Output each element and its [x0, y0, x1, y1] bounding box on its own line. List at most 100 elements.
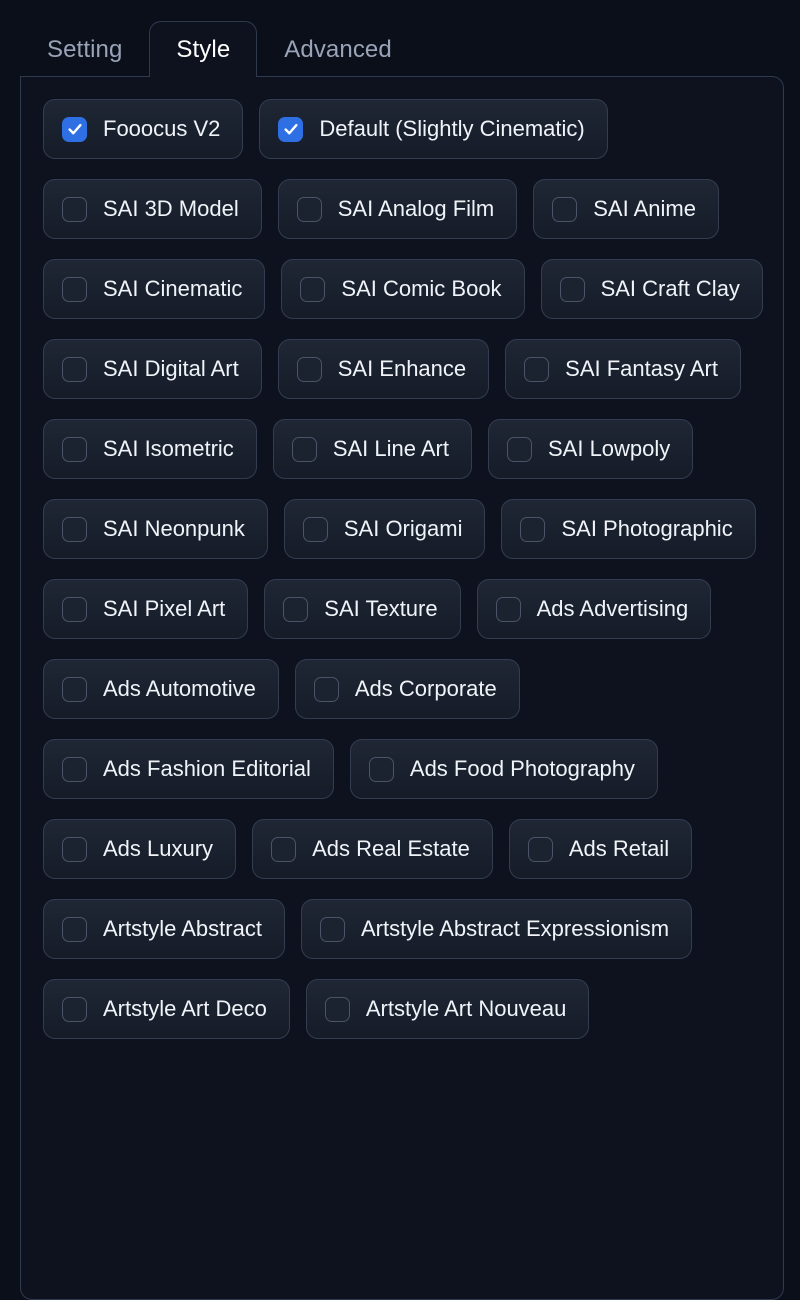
style-chip[interactable]: SAI Origami [283, 499, 486, 559]
style-chip-label: Ads Fashion Editorial [103, 756, 311, 781]
style-chip-label: Ads Automotive [103, 676, 256, 701]
style-chip[interactable]: SAI Line Art [272, 419, 472, 479]
style-chip[interactable]: SAI Analog Film [277, 179, 518, 239]
checkbox-unchecked-icon[interactable] [62, 196, 87, 222]
style-chip[interactable]: SAI Isometric [43, 419, 257, 479]
tab-label: Advanced [284, 35, 392, 63]
checkbox-unchecked-icon[interactable] [62, 916, 87, 942]
checkbox-unchecked-icon[interactable] [62, 596, 87, 622]
style-chip[interactable]: SAI Neonpunk [43, 499, 268, 559]
style-chip-label: SAI Analog Film [337, 196, 495, 221]
style-chip[interactable]: SAI Comic Book [281, 259, 525, 319]
tab-setting[interactable]: Setting [20, 21, 149, 77]
style-chip-label: SAI Fantasy Art [565, 356, 718, 381]
checkbox-unchecked-icon[interactable] [271, 836, 297, 862]
checkbox-unchecked-icon[interactable] [62, 436, 87, 462]
style-chip[interactable]: Artstyle Abstract [43, 899, 285, 959]
checkbox-unchecked-icon[interactable] [302, 516, 328, 542]
checkbox-unchecked-icon[interactable] [495, 596, 521, 622]
style-chip[interactable]: SAI Anime [533, 179, 719, 239]
style-chip-label: SAI Pixel Art [103, 596, 226, 621]
style-chip[interactable]: SAI Enhance [277, 339, 490, 399]
style-chip-label: SAI Anime [593, 196, 696, 221]
style-chip-label: SAI Enhance [337, 356, 467, 381]
checkbox-unchecked-icon[interactable] [62, 996, 87, 1022]
style-chip-label: SAI Cinematic [103, 276, 243, 301]
tab-label: Style [176, 35, 231, 63]
checkbox-unchecked-icon[interactable] [507, 436, 532, 462]
style-chip[interactable]: Ads Corporate [294, 659, 520, 719]
tab-bar: Setting Style Advanced [20, 21, 784, 79]
style-chip-label: SAI Isometric [103, 436, 234, 461]
style-chip-label: Fooocus V2 [103, 116, 221, 141]
style-chip[interactable]: Ads Real Estate [252, 819, 493, 879]
style-chip-label: Artstyle Abstract Expressionism [360, 916, 670, 941]
style-chip[interactable]: SAI Cinematic [43, 259, 266, 319]
style-chip-label: SAI Texture [324, 596, 438, 621]
checkbox-unchecked-icon[interactable] [313, 676, 339, 702]
style-chip[interactable]: Ads Advertising [476, 579, 712, 639]
style-chip[interactable]: Fooocus V2 [43, 99, 244, 159]
style-chip-label: Ads Food Photography [409, 756, 635, 781]
style-chip[interactable]: Ads Luxury [43, 819, 237, 879]
style-chip[interactable]: SAI Pixel Art [43, 579, 249, 639]
style-chip[interactable]: SAI Texture [264, 579, 461, 639]
style-chip-label: SAI Lowpoly [548, 436, 671, 461]
style-chip-label: SAI Craft Clay [600, 276, 740, 301]
style-chip[interactable]: SAI Photographic [501, 499, 756, 559]
checkbox-unchecked-icon[interactable] [527, 836, 553, 862]
style-chip-label: Artstyle Abstract [103, 916, 262, 941]
checkbox-unchecked-icon[interactable] [319, 916, 345, 942]
checkbox-unchecked-icon[interactable] [62, 516, 87, 542]
style-chip[interactable]: Ads Retail [508, 819, 693, 879]
tab-advanced[interactable]: Advanced [257, 21, 419, 77]
style-chip[interactable]: Artstyle Abstract Expressionism [300, 899, 693, 959]
checkbox-checked-icon[interactable] [62, 116, 87, 142]
checkbox-unchecked-icon[interactable] [559, 276, 585, 302]
checkbox-unchecked-icon[interactable] [62, 756, 87, 782]
checkbox-unchecked-icon[interactable] [296, 196, 322, 222]
checkbox-unchecked-icon[interactable] [62, 836, 87, 862]
style-chip[interactable]: Artstyle Art Nouveau [305, 979, 590, 1039]
checkbox-unchecked-icon[interactable] [324, 996, 350, 1022]
style-chip[interactable]: Default (Slightly Cinematic) [259, 99, 608, 159]
style-chip-label: Ads Luxury [103, 836, 214, 861]
style-chip[interactable]: SAI Fantasy Art [505, 339, 741, 399]
checkbox-unchecked-icon[interactable] [296, 356, 322, 382]
style-chip[interactable]: SAI Digital Art [43, 339, 262, 399]
tab-label: Setting [47, 35, 123, 63]
style-chip[interactable]: Ads Automotive [43, 659, 279, 719]
checkbox-unchecked-icon[interactable] [300, 276, 326, 302]
checkbox-unchecked-icon[interactable] [62, 676, 87, 702]
style-chip[interactable]: Artstyle Art Deco [43, 979, 290, 1039]
checkbox-unchecked-icon[interactable] [283, 596, 309, 622]
checkbox-checked-icon[interactable] [278, 116, 304, 142]
style-chip-label: Artstyle Art Deco [103, 996, 267, 1021]
checkbox-unchecked-icon[interactable] [62, 276, 87, 302]
style-chip[interactable]: Ads Fashion Editorial [43, 739, 334, 799]
style-chip-label: Ads Real Estate [312, 836, 470, 861]
style-chip-label: Default (Slightly Cinematic) [319, 116, 585, 141]
style-chip-label: SAI Photographic [561, 516, 733, 541]
style-chip-list: Fooocus V2 Default (Slightly Cinematic) SA… [43, 99, 783, 1039]
style-chip[interactable]: Ads Food Photography [349, 739, 658, 799]
checkbox-unchecked-icon[interactable] [368, 756, 394, 782]
style-chip[interactable]: SAI Lowpoly [488, 419, 694, 479]
checkbox-unchecked-icon[interactable] [62, 356, 87, 382]
style-chip[interactable]: SAI Craft Clay [540, 259, 763, 319]
checkbox-unchecked-icon[interactable] [291, 436, 317, 462]
style-chip-label: Artstyle Art Nouveau [365, 996, 567, 1021]
checkbox-unchecked-icon[interactable] [524, 356, 550, 382]
style-chip-label: SAI Neonpunk [103, 516, 245, 541]
style-chip-label: SAI Line Art [332, 436, 449, 461]
style-chip[interactable]: SAI 3D Model [43, 179, 262, 239]
checkbox-unchecked-icon[interactable] [520, 516, 546, 542]
tab-style[interactable]: Style [149, 21, 258, 79]
style-chip-label: SAI Digital Art [103, 356, 239, 381]
style-panel-screen: Setting Style Advanced Fooocus V2 Default (… [0, 0, 800, 1300]
style-chip-label: SAI Comic Book [341, 276, 502, 301]
style-chip-label: SAI Origami [343, 516, 463, 541]
checkbox-unchecked-icon[interactable] [552, 196, 578, 222]
style-chip-label: Ads Retail [568, 836, 670, 861]
style-chip-label: SAI 3D Model [103, 196, 239, 221]
